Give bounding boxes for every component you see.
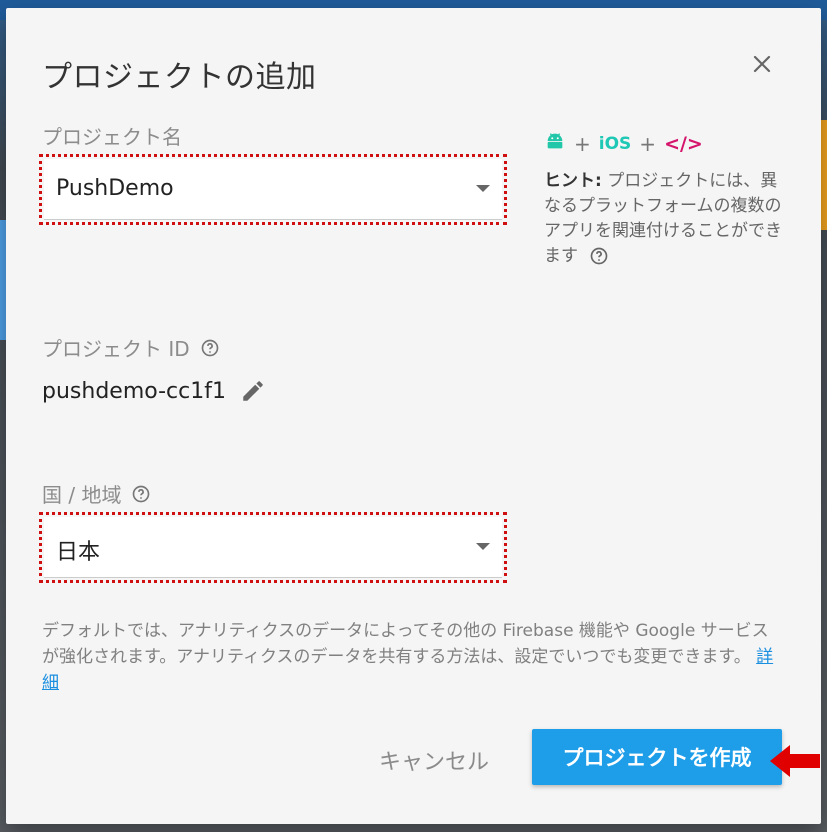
dialog-title: プロジェクトの追加 [42,60,317,95]
project-id-row: pushdemo-cc1f1 [42,378,266,404]
chevron-down-icon[interactable] [476,185,490,192]
pencil-icon[interactable] [240,378,266,404]
project-id-value: pushdemo-cc1f1 [42,378,226,404]
help-icon[interactable] [589,246,609,266]
footnote-text: デフォルトでは、アナリティクスのデータによってその他の Firebase 機能や… [42,621,769,667]
project-name-select[interactable]: PushDemo [39,154,507,225]
region-label: 国 / 地域 [42,483,122,507]
ios-icon: iOS [598,133,632,154]
project-id-label-row: プロジェクト ID [42,333,220,362]
analytics-footnote: デフォルトでは、アナリティクスのデータによってその他の Firebase 機能や… [42,618,782,696]
add-project-dialog: プロジェクトの追加 プロジェクト名 PushDemo + iOS + </> ヒ… [6,8,821,824]
project-id-label: プロジェクト ID [42,337,190,361]
plus-text: + [639,131,657,156]
arrow-annotation-icon [768,741,820,781]
project-name-label: プロジェクト名 [42,125,182,149]
close-icon[interactable] [750,52,774,76]
region-select[interactable]: 日本 [39,512,507,583]
web-code-icon: </> [664,132,703,155]
platform-icons: + iOS + </> [544,130,784,157]
android-icon [544,130,566,157]
region-value: 日本 [56,540,101,565]
region-label-row: 国 / 地域 [42,479,151,508]
create-project-button[interactable]: プロジェクトを作成 [532,729,782,785]
chevron-down-icon[interactable] [476,543,490,550]
cancel-button[interactable]: キャンセル [364,735,504,785]
hint-text: ヒント: プロジェクトには、異なるプラットフォームの複数のアプリを関連付けること… [544,169,784,269]
plus-text: + [574,131,591,156]
help-icon[interactable] [200,338,220,358]
hint-panel: + iOS + </> ヒント: プロジェクトには、異なるプラットフォームの複数… [544,130,784,269]
help-icon[interactable] [131,484,151,504]
project-name-value: PushDemo [56,176,174,201]
hint-title: ヒント: [544,171,602,191]
